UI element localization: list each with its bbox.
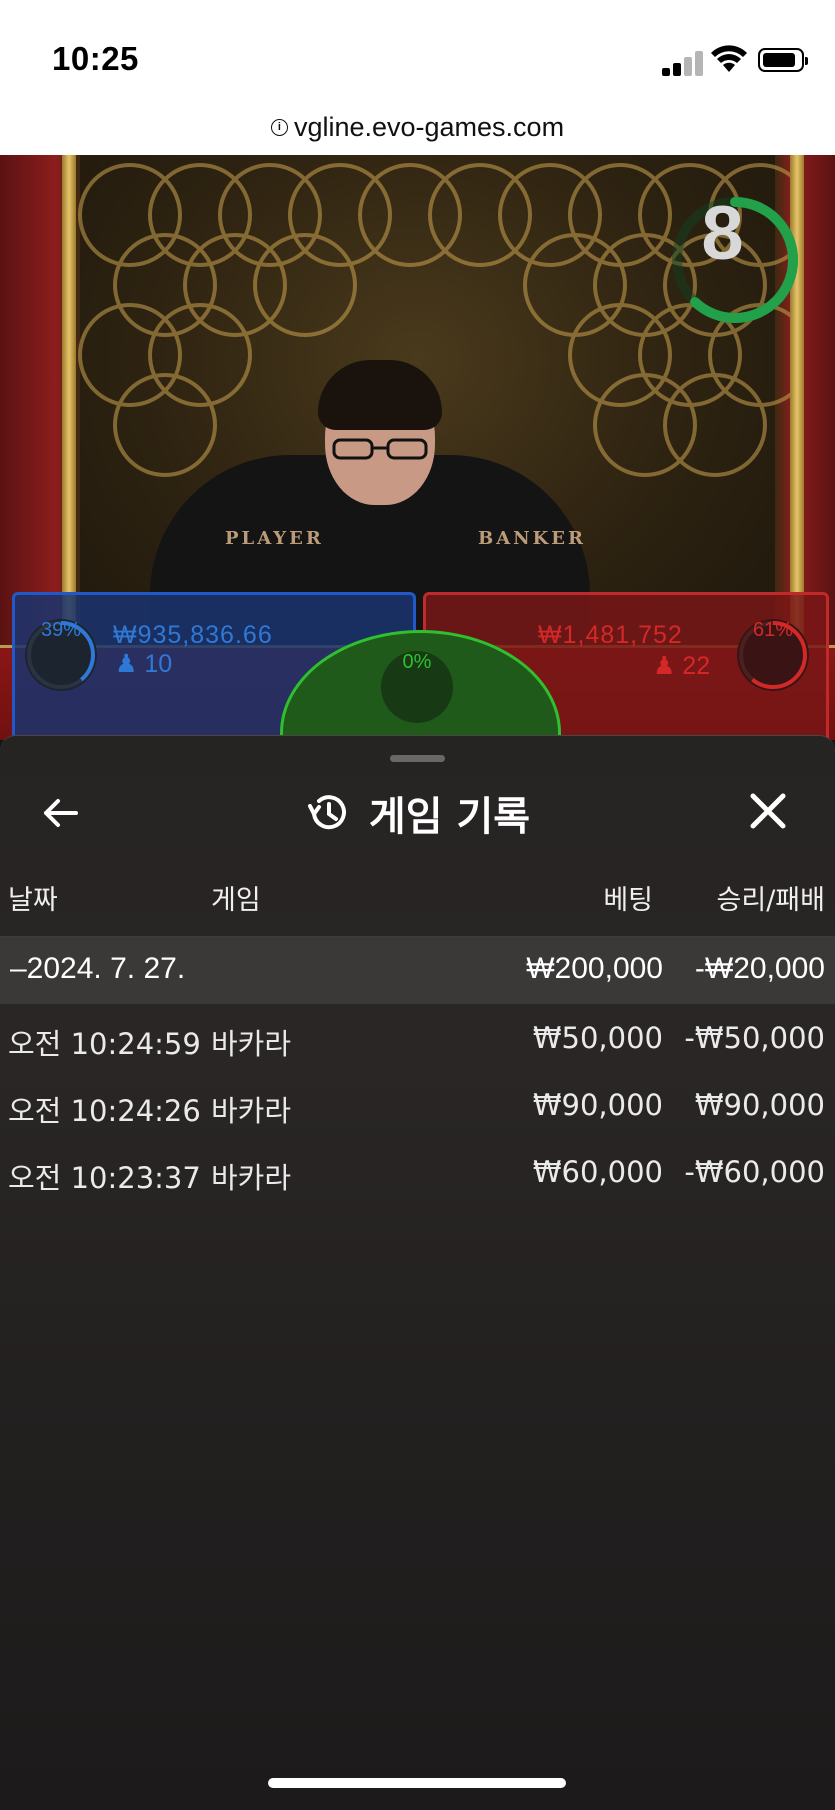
status-bar: 10:25 <box>0 0 835 100</box>
col-win-loss: 승리/패배 <box>716 885 825 916</box>
gold-pillar-left <box>62 155 76 655</box>
dealer-glasses <box>332 438 428 460</box>
close-icon <box>750 793 786 829</box>
history-row[interactable]: 오전 10:23:37 바카라 ₩60,000 -₩60,000 <box>0 1145 835 1205</box>
history-row[interactable]: 오전 10:24:59 바카라 ₩50,000 -₩50,000 <box>0 1011 835 1071</box>
banker-percent: 61% <box>737 619 809 691</box>
player-percent: 39% <box>25 619 97 691</box>
row-win-loss: -₩60,000 <box>684 1155 825 1189</box>
battery-icon <box>758 48 808 72</box>
sheet-title: 게임 기록 <box>368 794 531 840</box>
url-text: vgline.evo-games.com <box>293 112 565 142</box>
player-bettor-count: ♟ 10 <box>115 650 173 678</box>
history-icon <box>307 795 346 830</box>
url-bar[interactable]: i vgline.evo-games.com <box>0 100 835 155</box>
banker-bettor-count: ♟ 22 <box>653 652 711 680</box>
row-time: 오전 10:23:37 <box>8 1161 201 1195</box>
banker-bet-amount: ₩1,481,752 <box>538 621 683 649</box>
player-bet-amount: ₩935,836.66 <box>113 621 273 649</box>
home-indicator[interactable] <box>268 1778 566 1788</box>
sheet-header: 게임 기록 <box>0 784 835 842</box>
row-time: 오전 10:24:59 <box>8 1027 201 1061</box>
summary-bet: ₩200,000 <box>526 952 663 985</box>
row-bet: ₩90,000 <box>532 1088 663 1122</box>
row-game: 바카라 <box>211 1027 292 1061</box>
row-time: 오전 10:24:26 <box>8 1094 201 1128</box>
tie-percent: 0% <box>381 651 453 723</box>
row-bet: ₩60,000 <box>532 1155 663 1189</box>
history-row[interactable]: 오전 10:24:26 바카라 ₩90,000 ₩90,000 <box>0 1078 835 1138</box>
table-label-player: PLAYER <box>225 528 324 549</box>
date-summary-row[interactable]: –2024. 7. 27. ₩200,000 -₩20,000 <box>0 937 835 1004</box>
summary-win-loss: -₩20,000 <box>694 952 825 985</box>
table-label-banker: BANKER <box>478 528 586 549</box>
col-date: 날짜 <box>8 885 58 916</box>
cellular-signal-icon <box>662 46 703 76</box>
row-game: 바카라 <box>211 1161 292 1195</box>
wifi-icon <box>711 45 747 72</box>
countdown-number: 8 <box>701 191 744 276</box>
row-win-loss: -₩50,000 <box>684 1021 825 1055</box>
status-time: 10:25 <box>52 40 139 77</box>
summary-date: –2024. 7. 27. <box>10 952 186 985</box>
column-headers: 날짜 게임 베팅 승리/패배 <box>0 878 835 928</box>
row-win-loss: ₩90,000 <box>694 1088 825 1122</box>
close-button[interactable] <box>748 786 792 836</box>
person-icon: ♟ <box>653 652 676 680</box>
game-history-sheet: 게임 기록 날짜 게임 베팅 승리/패배 –2024. 7. 27. ₩200,… <box>0 735 835 1810</box>
col-bet: 베팅 <box>603 885 653 916</box>
person-icon: ♟ <box>115 650 138 678</box>
site-info-icon[interactable]: i <box>270 119 288 136</box>
col-game: 게임 <box>211 885 261 916</box>
sheet-grabber[interactable] <box>390 755 445 762</box>
row-game: 바카라 <box>211 1094 292 1128</box>
row-bet: ₩50,000 <box>532 1021 663 1055</box>
